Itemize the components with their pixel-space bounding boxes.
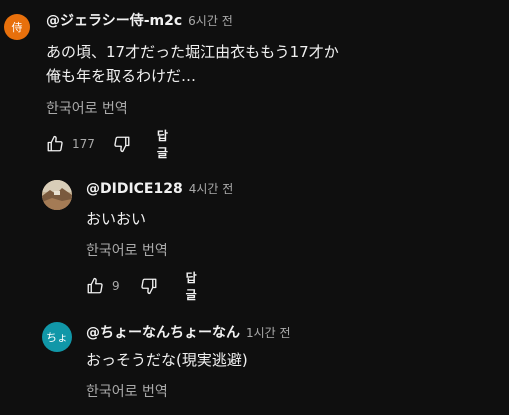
avatar[interactable]: ちょ [42,322,72,352]
author-name[interactable]: @ちょーなんちょーなん [86,322,240,342]
translate-button[interactable]: 한국어로 번역 [86,240,168,260]
avatar-initial: ちょ [46,331,68,344]
comment-text-line: あの頃、17才だった堀江由衣ももう17才か [46,43,339,61]
thumbs-up-icon [87,277,103,294]
timestamp[interactable]: 6시간 전 [188,12,233,29]
timestamp[interactable]: 1시간 전 [246,324,291,341]
author-name[interactable]: @ジェラシー侍-m2c [46,10,182,30]
comment-header: @ちょーなんちょーなん 1시간 전 [86,322,291,342]
comment-text-line: 俺も年を取るわけだ… [46,67,197,85]
like-button[interactable] [86,276,104,296]
translate-button[interactable]: 한국어로 번역 [86,381,168,401]
thumbs-down-icon [140,278,157,295]
comment-header: @ジェラシー侍-m2c 6시간 전 [46,10,233,30]
reply-button[interactable]: 답글 [186,269,201,303]
thumbs-down-icon [114,136,130,153]
comment-text-line: おっそうだな(現実逃避) [86,351,248,369]
avatar-initial: 侍 [11,21,23,34]
action-bar: 9 답글 [86,271,201,302]
translate-button[interactable]: 한국어로 번역 [46,98,128,118]
dislike-button[interactable] [113,134,131,154]
dislike-button[interactable] [140,276,158,296]
avatar[interactable]: 侍 [4,14,30,40]
like-count: 177 [72,137,95,151]
landscape-avatar-image [42,180,72,210]
like-count: 9 [112,279,120,293]
timestamp[interactable]: 4시간 전 [189,180,234,197]
comment-header: @DIDICE128 4시간 전 [86,180,233,197]
comment-text-line: おいおい [86,210,147,228]
like-button[interactable] [46,134,64,154]
author-name[interactable]: @DIDICE128 [86,181,183,197]
reply-button[interactable]: 답글 [157,127,172,161]
comment-thread: 侍 @ジェラシー侍-m2c 6시간 전 あの頃、17才だった堀江由衣ももう17才… [0,0,509,415]
avatar[interactable] [42,180,72,210]
thumbs-up-icon [47,135,63,152]
action-bar: 177 답글 [46,129,172,160]
